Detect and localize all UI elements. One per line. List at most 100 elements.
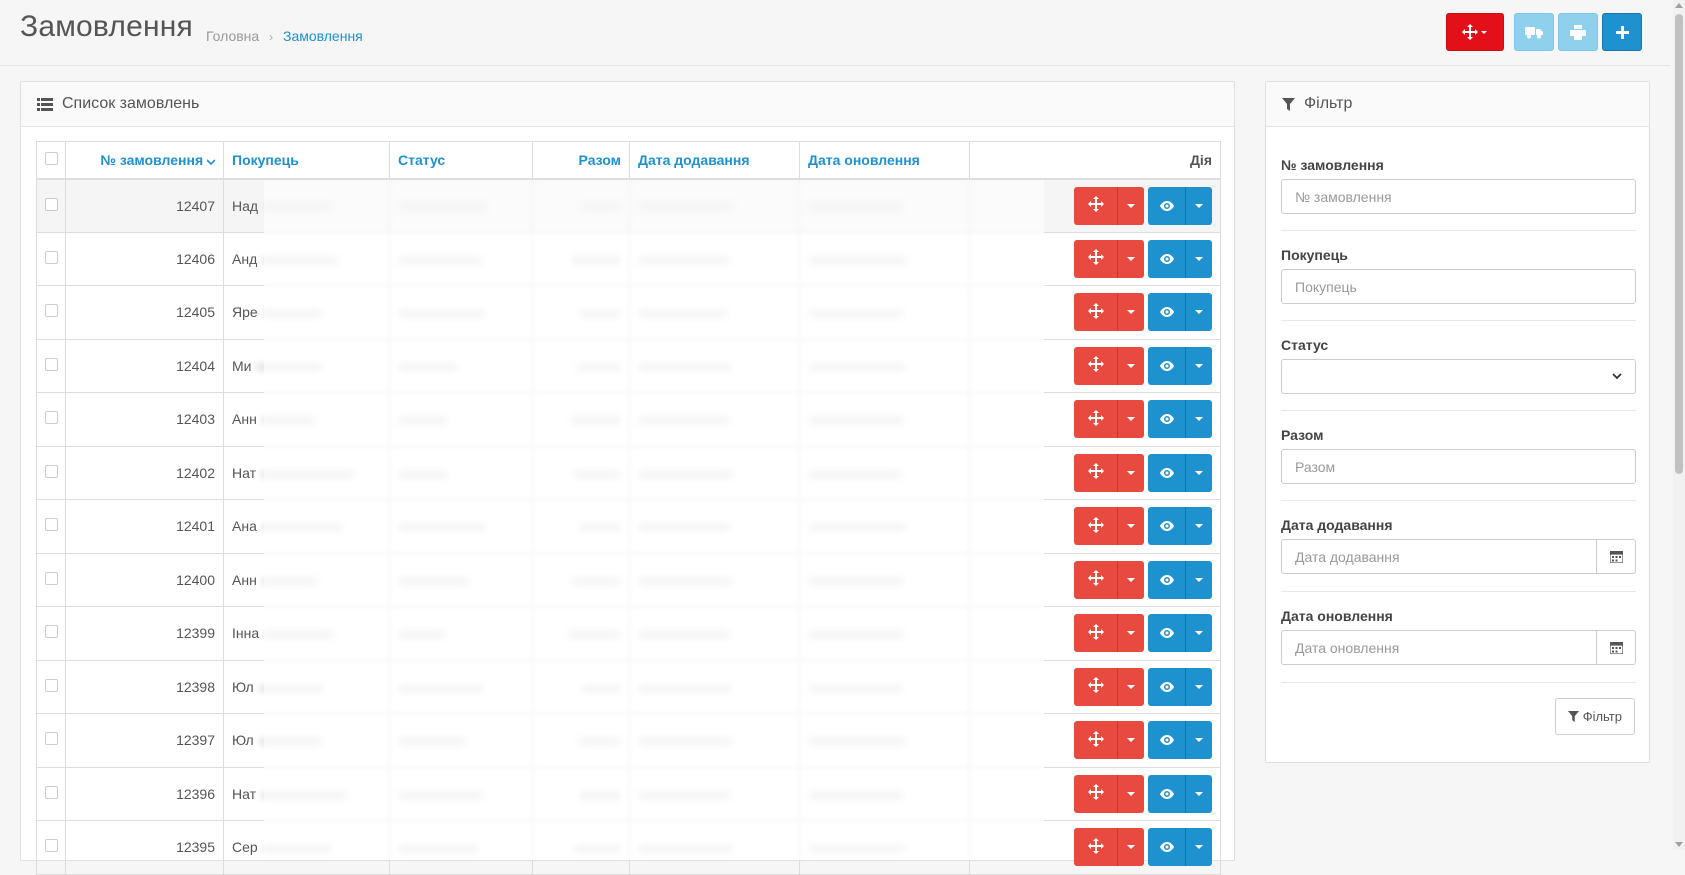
move-dropdown-toggle[interactable]: [1118, 453, 1144, 492]
row-checkbox[interactable]: [45, 411, 58, 425]
move-order-button[interactable]: [1074, 346, 1118, 385]
column-date-modified[interactable]: Дата оновлення: [799, 141, 970, 180]
move-order-button[interactable]: [1074, 828, 1118, 867]
move-dropdown-toggle[interactable]: [1118, 239, 1144, 278]
row-checkbox[interactable]: [45, 464, 58, 478]
row-checkbox[interactable]: [45, 304, 58, 318]
view-dropdown-toggle[interactable]: [1186, 507, 1212, 546]
page-scrollbar[interactable]: [1673, 0, 1685, 850]
column-order-id[interactable]: № замовлення: [65, 141, 224, 180]
view-dropdown-toggle[interactable]: [1186, 828, 1212, 867]
move-orders-button[interactable]: [1446, 13, 1504, 51]
view-dropdown-toggle[interactable]: [1186, 186, 1212, 225]
view-order-button[interactable]: [1148, 774, 1186, 813]
view-order-button[interactable]: [1148, 400, 1186, 439]
move-order-button[interactable]: [1074, 293, 1118, 332]
view-dropdown-toggle[interactable]: [1186, 560, 1212, 599]
column-total[interactable]: Разом: [532, 141, 630, 180]
view-order-button[interactable]: [1148, 186, 1186, 225]
move-dropdown-toggle[interactable]: [1118, 560, 1144, 599]
row-checkbox[interactable]: [45, 785, 58, 799]
view-order-button[interactable]: [1148, 667, 1186, 706]
filter-panel: Фільтр № замовлення № замовлення Покупец…: [1265, 81, 1650, 763]
move-order-button[interactable]: [1074, 400, 1118, 439]
arrows-move-icon: [1087, 570, 1104, 589]
move-dropdown-toggle[interactable]: [1118, 614, 1144, 653]
filter-order-id-input[interactable]: № замовлення: [1281, 179, 1636, 214]
move-dropdown-toggle[interactable]: [1118, 400, 1144, 439]
scrollbar-thumb[interactable]: [1675, 14, 1683, 474]
print-invoice-button[interactable]: [1558, 13, 1598, 51]
view-order-button[interactable]: [1148, 293, 1186, 332]
date-modified-calendar-button[interactable]: [1597, 630, 1636, 665]
row-checkbox[interactable]: [45, 678, 58, 692]
move-dropdown-toggle[interactable]: [1118, 186, 1144, 225]
view-dropdown-toggle[interactable]: [1186, 721, 1212, 760]
caret-down-icon: [1127, 417, 1135, 422]
view-order-button[interactable]: [1148, 453, 1186, 492]
row-checkbox[interactable]: [45, 571, 58, 585]
view-order-button[interactable]: [1148, 560, 1186, 599]
view-order-button[interactable]: [1148, 721, 1186, 760]
move-dropdown-toggle[interactable]: [1118, 667, 1144, 706]
row-checkbox[interactable]: [45, 839, 58, 853]
filter-date-modified-input[interactable]: Дата оновлення: [1281, 630, 1598, 665]
action-cell: [969, 606, 1221, 661]
view-order-button[interactable]: [1148, 614, 1186, 653]
row-checkbox[interactable]: [45, 197, 58, 211]
breadcrumb-current[interactable]: Замовлення: [283, 28, 363, 44]
caret-down-icon: [1195, 631, 1203, 636]
view-dropdown-toggle[interactable]: [1186, 774, 1212, 813]
scroll-up-arrow[interactable]: [1675, 3, 1683, 8]
move-order-button[interactable]: [1074, 186, 1118, 225]
select-all-checkbox[interactable]: [45, 151, 58, 165]
date-added-calendar-button[interactable]: [1597, 539, 1636, 574]
view-order-button[interactable]: [1148, 239, 1186, 278]
filter-date-added-input[interactable]: Дата додавання: [1281, 539, 1598, 574]
move-dropdown-toggle[interactable]: [1118, 293, 1144, 332]
view-dropdown-toggle[interactable]: [1186, 400, 1212, 439]
move-dropdown-toggle[interactable]: [1118, 346, 1144, 385]
view-dropdown-toggle[interactable]: [1186, 614, 1212, 653]
view-dropdown-toggle[interactable]: [1186, 239, 1212, 278]
move-order-button[interactable]: [1074, 453, 1118, 492]
move-dropdown-toggle[interactable]: [1118, 828, 1144, 867]
row-checkbox[interactable]: [45, 250, 58, 264]
column-status[interactable]: Статус: [389, 141, 533, 180]
move-dropdown-toggle[interactable]: [1118, 721, 1144, 760]
row-checkbox[interactable]: [45, 732, 58, 746]
move-order-button[interactable]: [1074, 560, 1118, 599]
row-checkbox[interactable]: [45, 357, 58, 371]
move-order-button[interactable]: [1074, 667, 1118, 706]
apply-filter-button[interactable]: Фільтр: [1554, 698, 1635, 735]
move-order-button[interactable]: [1074, 614, 1118, 653]
caret-down-icon: [1127, 791, 1135, 796]
move-order-button[interactable]: [1074, 721, 1118, 760]
filter-date-modified-label: Дата оновлення: [1281, 608, 1393, 624]
scroll-down-arrow[interactable]: [1675, 842, 1683, 847]
view-dropdown-toggle[interactable]: [1186, 293, 1212, 332]
move-dropdown-toggle[interactable]: [1118, 507, 1144, 546]
move-order-button[interactable]: [1074, 774, 1118, 813]
move-order-button[interactable]: [1074, 239, 1118, 278]
filter-status-select[interactable]: [1281, 359, 1636, 394]
breadcrumb-home[interactable]: Головна: [206, 28, 259, 44]
view-dropdown-toggle[interactable]: [1186, 453, 1212, 492]
view-dropdown-toggle[interactable]: [1186, 346, 1212, 385]
view-order-button[interactable]: [1148, 828, 1186, 867]
order-id-cell: 12396: [65, 766, 224, 821]
filter-total-input[interactable]: Разом: [1281, 449, 1636, 484]
column-customer[interactable]: Покупець: [223, 141, 390, 180]
row-checkbox[interactable]: [45, 625, 58, 639]
move-order-button[interactable]: [1074, 507, 1118, 546]
column-date-added[interactable]: Дата додавання: [629, 141, 800, 180]
row-checkbox[interactable]: [45, 518, 58, 532]
move-dropdown-toggle[interactable]: [1118, 774, 1144, 813]
total-cell: [532, 285, 630, 340]
add-order-button[interactable]: [1602, 13, 1642, 51]
view-dropdown-toggle[interactable]: [1186, 667, 1212, 706]
view-order-button[interactable]: [1148, 346, 1186, 385]
view-order-button[interactable]: [1148, 507, 1186, 546]
shipping-button[interactable]: [1514, 13, 1554, 51]
filter-customer-input[interactable]: Покупець: [1281, 269, 1636, 304]
